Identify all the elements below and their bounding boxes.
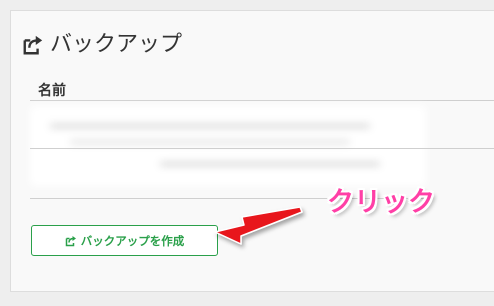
- table-row: [30, 106, 426, 186]
- share-export-icon: [23, 35, 43, 55]
- share-export-icon: [65, 235, 76, 246]
- row-divider: [30, 148, 494, 149]
- create-backup-button-label: バックアップを作成: [80, 233, 185, 248]
- column-header-name: 名前: [38, 83, 66, 99]
- header-divider: [30, 100, 494, 101]
- panel-header: バックアップ: [22, 30, 182, 60]
- click-callout: クリック: [327, 187, 435, 218]
- page-title: バックアップ: [50, 32, 183, 57]
- create-backup-button[interactable]: バックアップを作成: [31, 225, 218, 256]
